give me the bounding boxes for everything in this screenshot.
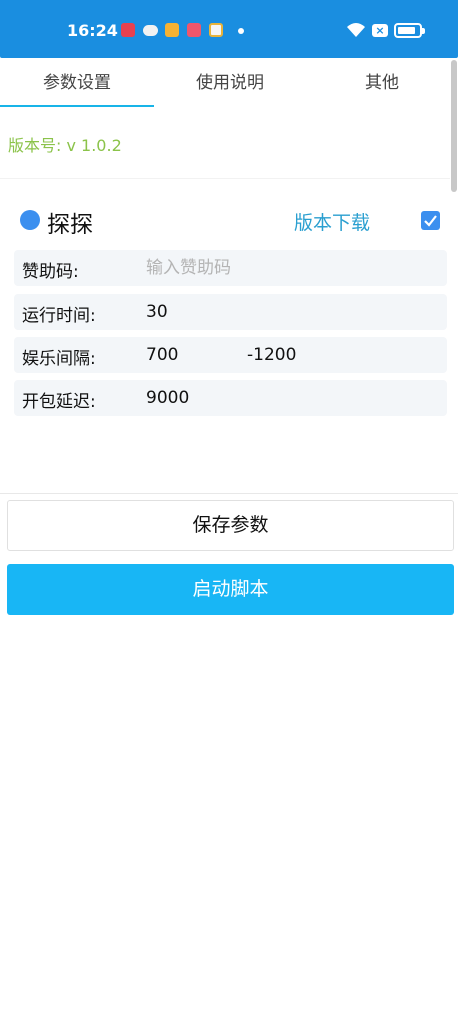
sponsor-code-label: 赞助码:: [22, 262, 79, 282]
tab-instructions[interactable]: 使用说明: [154, 58, 306, 108]
section-title: 探探: [47, 212, 93, 238]
interval-row: 娱乐间隔:: [14, 337, 447, 373]
start-script-button[interactable]: 启动脚本: [7, 564, 454, 615]
run-time-input[interactable]: [146, 294, 436, 330]
tab-parameter-settings[interactable]: 参数设置: [0, 58, 154, 108]
status-bar: 16:24 ×: [0, 0, 458, 58]
more-notifications-dot-icon: [238, 28, 244, 34]
version-label: 版本号: v 1.0.2: [8, 136, 122, 155]
interval-max-input[interactable]: [247, 337, 437, 373]
checkmark-icon: [424, 215, 437, 227]
battery-icon: [394, 23, 425, 38]
divider: [0, 493, 458, 494]
active-tab-indicator: [0, 105, 154, 107]
sim-none-icon: ×: [372, 24, 388, 37]
status-time: 16:24: [67, 21, 118, 40]
app-icon: [209, 23, 223, 37]
circle-bullet-icon: [20, 210, 40, 230]
version-download-link[interactable]: 版本下载: [294, 208, 370, 235]
open-delay-row: 开包延迟:: [14, 380, 447, 416]
wechat-icon: [143, 25, 158, 36]
wifi-icon: [347, 23, 365, 37]
shopping-app-icon: [187, 23, 201, 37]
battery-fill: [398, 27, 415, 34]
tab-bar: 参数设置 使用说明 其他: [0, 58, 458, 108]
run-time-row: 运行时间:: [14, 294, 447, 330]
open-delay-label: 开包延迟:: [22, 392, 96, 412]
tab-other[interactable]: 其他: [306, 58, 458, 108]
interval-label: 娱乐间隔:: [22, 349, 96, 369]
sponsor-code-row: 赞助码:: [14, 250, 447, 286]
run-time-label: 运行时间:: [22, 306, 96, 326]
enable-checkbox[interactable]: [421, 211, 440, 230]
open-delay-input[interactable]: [146, 380, 436, 416]
video-app-icon: [121, 23, 135, 37]
save-parameters-button[interactable]: 保存参数: [7, 500, 454, 551]
divider: [0, 178, 450, 179]
sponsor-code-input[interactable]: [146, 250, 436, 286]
interval-min-input[interactable]: [146, 337, 241, 373]
message-app-icon: [165, 23, 179, 37]
scrollbar[interactable]: [451, 60, 457, 192]
